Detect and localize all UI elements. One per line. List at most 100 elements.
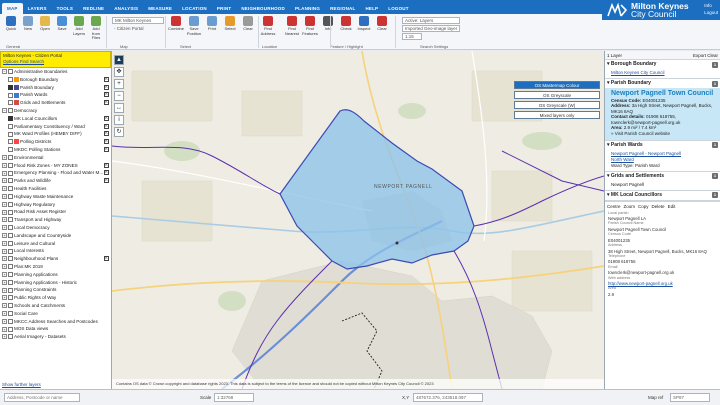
ribbon-tab[interactable]: LOCATION — [177, 3, 212, 14]
layer-checkbox[interactable] — [8, 334, 13, 340]
info-button[interactable]: Info — [320, 16, 336, 32]
basemap-button[interactable]: Mixed layers only — [514, 111, 600, 119]
copy-action-button[interactable]: Copy — [638, 202, 649, 210]
layer-tree-item[interactable]: + Planning Applications - Historic — [0, 279, 111, 287]
ribbon-tab[interactable]: REDLINE — [78, 3, 109, 14]
print-button[interactable]: Print — [204, 16, 220, 32]
expand-icon[interactable]: + — [2, 310, 7, 316]
layer-tree-item[interactable]: − Democracy — [0, 107, 111, 115]
layer-checkbox[interactable] — [8, 318, 13, 324]
layer-tree-item[interactable]: + Planning Applications — [0, 271, 111, 279]
pan-icon[interactable]: ✥ — [114, 67, 124, 77]
layer-checkbox[interactable] — [8, 303, 13, 309]
logout-link[interactable]: Logout — [704, 9, 718, 16]
info-section-header[interactable]: ▾ Borough Boundary 1 — [605, 60, 720, 69]
pointer-icon[interactable]: ▲ — [114, 55, 124, 65]
expand-icon[interactable]: + — [2, 201, 7, 207]
layer-checkbox[interactable] — [8, 225, 13, 231]
layer-key-icon[interactable]: K — [104, 146, 109, 152]
expand-icon[interactable]: + — [2, 272, 7, 277]
inspect-button[interactable]: Inspect — [356, 16, 372, 32]
info-section-header[interactable]: ▾ Parish Boundary 1 — [605, 79, 720, 88]
layer-checkbox[interactable] — [8, 264, 13, 270]
layer-key-icon[interactable]: K — [104, 92, 109, 98]
clear-button[interactable]: Clear — [374, 16, 390, 32]
ribbon-tab[interactable]: HELP — [360, 3, 383, 14]
parish-website-link[interactable]: Visit Parish Council website — [615, 131, 670, 136]
delete-action-button[interactable]: Delete — [652, 202, 665, 210]
layer-checkbox[interactable] — [8, 162, 13, 168]
layer-checkbox[interactable] — [8, 155, 13, 161]
expand-icon[interactable]: + — [2, 295, 7, 301]
layer-tree-item[interactable]: + Local Interests — [0, 247, 111, 255]
layer-checkbox[interactable] — [8, 116, 13, 122]
layer-tree-item[interactable]: + Landscape and Countryside — [0, 232, 111, 240]
collapse-icon[interactable]: − — [2, 108, 7, 114]
layer-checkbox[interactable] — [8, 84, 13, 90]
layer-key-icon[interactable]: K — [104, 100, 109, 106]
ribbon-tab[interactable]: MEASURE — [143, 3, 177, 14]
layer-tree-item[interactable]: Grids and Settlements K — [0, 99, 111, 107]
layer-checkbox[interactable] — [8, 217, 13, 223]
expand-icon[interactable]: + — [2, 303, 7, 309]
new-button[interactable]: New — [20, 16, 36, 32]
layer-checkbox[interactable] — [8, 178, 13, 184]
save-position-button[interactable]: Save Position — [186, 16, 202, 36]
layer-checkbox[interactable] — [8, 108, 13, 114]
clear-button[interactable]: Clear — [240, 16, 256, 32]
layer-tree-item[interactable]: Parliamentary Constituency / Ward K — [0, 123, 111, 131]
layer-tree-item[interactable]: + Local Democracy — [0, 224, 111, 232]
active-layer-select[interactable]: Active: Layers — [402, 17, 460, 24]
info-panel-export[interactable]: Export Clear — [693, 51, 718, 59]
zoom-out-icon[interactable]: − — [114, 91, 124, 101]
layer-tree-item[interactable]: + Road Risk Asset Register — [0, 208, 111, 216]
info-section-header[interactable]: ▾ Parish Wards 1 — [605, 140, 720, 150]
layer-key-icon[interactable]: K — [104, 76, 109, 82]
layer-checkbox[interactable] — [8, 256, 13, 262]
expand-icon[interactable]: + — [2, 155, 7, 161]
zoom-action-button[interactable]: Zoom — [624, 202, 636, 210]
collapse-icon[interactable]: − — [2, 69, 7, 75]
ribbon-tab[interactable]: LOGOUT — [383, 3, 413, 14]
layer-tree-item[interactable]: + Neighbourhood Plans K — [0, 255, 111, 263]
expand-icon[interactable]: + — [2, 170, 7, 176]
ribbon-tab[interactable]: LAYERS — [23, 3, 52, 14]
layer-checkbox[interactable] — [8, 209, 13, 215]
expand-icon[interactable]: + — [2, 256, 7, 262]
layer-key-icon[interactable]: K — [104, 131, 109, 137]
scale-field[interactable]: 1:32768 — [214, 393, 254, 402]
expand-icon[interactable]: + — [2, 233, 7, 239]
ribbon-tab[interactable]: ANALYSIS — [109, 3, 143, 14]
layer-key-icon[interactable]: K — [104, 178, 109, 184]
layer-tree-item[interactable]: + MKCC Address Searches and Postcodes — [0, 318, 111, 326]
expand-icon[interactable]: + — [2, 279, 7, 285]
expand-icon[interactable]: + — [2, 209, 7, 215]
zoom-in-icon[interactable]: + — [114, 79, 124, 89]
layer-checkbox[interactable] — [8, 248, 13, 254]
basemap-button[interactable]: OS Greyscale — [514, 91, 600, 99]
ribbon-tab[interactable]: NEIGHBOURHOOD — [236, 3, 290, 14]
layer-tree-item[interactable]: Parish Wards K — [0, 91, 111, 99]
layer-checkbox[interactable] — [8, 326, 13, 332]
expand-icon[interactable]: + — [2, 240, 7, 246]
expand-icon[interactable]: + — [2, 194, 7, 200]
layer-tree-item[interactable]: + Social Care — [0, 310, 111, 318]
expand-icon[interactable]: + — [2, 264, 7, 270]
layer-tree-item[interactable]: + Leisure and Cultural — [0, 240, 111, 248]
layer-tree-item[interactable]: + Health Facilities — [0, 185, 111, 193]
ribbon-tab[interactable]: PRINT — [212, 3, 237, 14]
ribbon-tab[interactable]: PLANNING — [290, 3, 325, 14]
combine-button[interactable]: Combine — [168, 16, 184, 32]
layer-checkbox[interactable] — [8, 139, 13, 145]
expand-icon[interactable]: + — [2, 248, 7, 254]
layer-tree-item[interactable]: + Plan:MK 2019 — [0, 263, 111, 271]
address-search-input[interactable] — [4, 393, 80, 402]
expand-icon[interactable]: + — [2, 334, 7, 340]
layer-checkbox[interactable] — [8, 201, 13, 207]
layer-tree-item[interactable]: + Highway Waste Maintenance — [0, 193, 111, 201]
info-link[interactable]: Info — [704, 2, 718, 9]
find-nearest-button[interactable]: Find Nearest — [284, 16, 300, 36]
expand-icon[interactable]: + — [2, 186, 7, 192]
basemap-button[interactable]: OS Greyscale (W) — [514, 101, 600, 109]
layer-checkbox[interactable] — [8, 279, 13, 285]
